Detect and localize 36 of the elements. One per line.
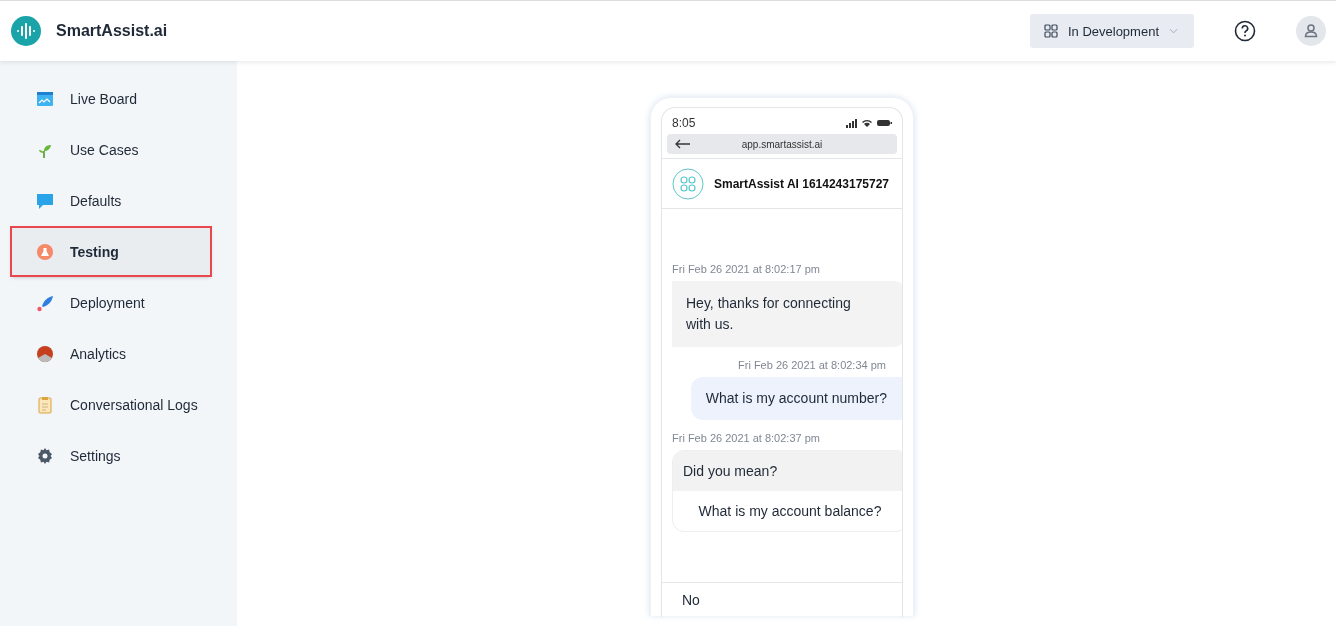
settings-icon	[36, 446, 54, 465]
bot-name: SmartAssist AI 1614243175727	[714, 176, 889, 191]
help-icon[interactable]	[1234, 20, 1256, 42]
nav-item[interactable]: Conversational Logs	[12, 381, 225, 428]
nav-item[interactable]: Use Cases	[12, 126, 225, 173]
status-time: 8:05	[672, 116, 696, 130]
nav-item[interactable]: Defaults	[12, 177, 225, 224]
chevron-down-icon	[1169, 28, 1178, 34]
nav-item[interactable]: Deployment	[12, 279, 225, 326]
bot-message: Hey, thanks for connecting with us.	[672, 281, 902, 347]
bot-avatar-icon	[672, 167, 704, 200]
suggestion-prompt: Did you mean?	[673, 451, 902, 491]
speech-bubble-icon	[36, 191, 54, 210]
signal-wifi-battery-icon	[846, 118, 892, 128]
environment-dropdown[interactable]: In Development	[1029, 14, 1194, 48]
quick-reply-option[interactable]: No	[682, 592, 700, 608]
url-text: app.smartassist.ai	[740, 138, 824, 150]
message-timestamp: Fri Feb 26 2021 at 8:02:34 pm	[738, 359, 886, 371]
message-timestamp: Fri Feb 26 2021 at 8:02:37 pm	[672, 432, 821, 444]
logo-icon	[11, 16, 41, 46]
app-name: SmartAssist.ai	[56, 22, 168, 40]
clipboard-icon	[36, 395, 54, 414]
suggestion-option[interactable]: What is my account balance?	[673, 491, 902, 531]
flask-icon	[36, 242, 54, 261]
nav-item[interactable]: Analytics	[12, 330, 225, 377]
user-message: What is my account number?	[690, 377, 902, 420]
nav-item[interactable]: Testing	[12, 228, 210, 275]
pie-chart-icon	[36, 344, 54, 363]
nav-item[interactable]: Live Board	[12, 75, 225, 122]
grid-icon	[1043, 24, 1058, 38]
rocket-icon	[36, 293, 54, 312]
nav-item[interactable]: Settings	[12, 432, 225, 479]
calendar-chart-icon	[36, 89, 54, 108]
message-timestamp: Fri Feb 26 2021 at 8:02:17 pm	[672, 263, 821, 275]
user-avatar-icon[interactable]	[1296, 16, 1326, 46]
back-arrow-icon[interactable]	[675, 139, 691, 150]
